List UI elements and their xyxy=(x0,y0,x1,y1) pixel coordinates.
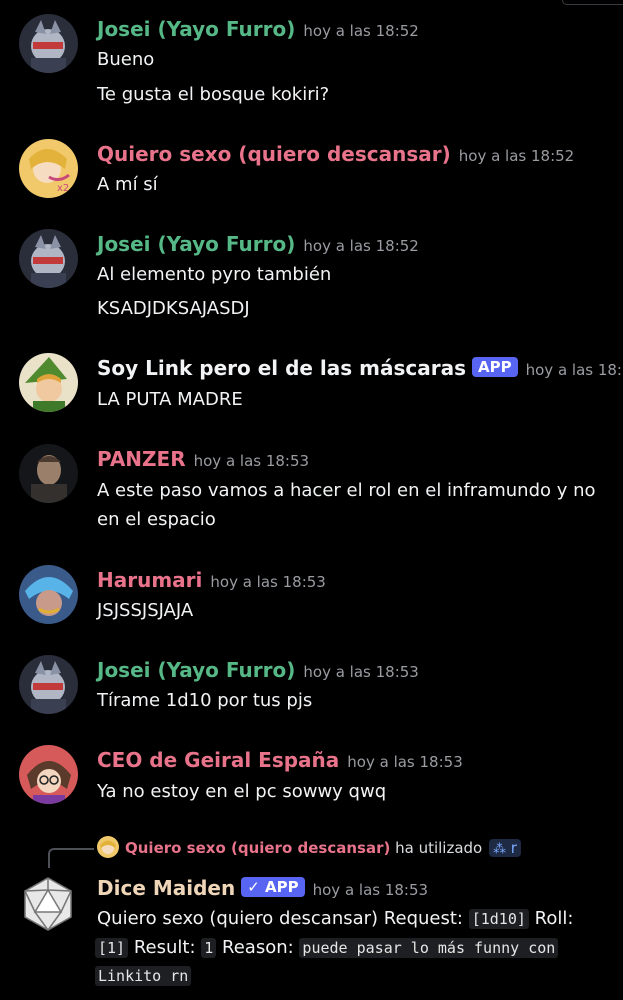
message-text: Al elemento pyro también xyxy=(97,264,332,285)
bot-username[interactable]: Dice Maiden xyxy=(97,876,235,900)
harumari-avatar[interactable] xyxy=(19,565,78,624)
blonde-avatar[interactable]: x2 xyxy=(19,139,78,198)
username[interactable]: Harumari xyxy=(97,568,202,592)
timestamp: hoy a las 18:53 xyxy=(312,881,429,899)
message-text: LA PUTA MADRE xyxy=(97,389,243,410)
message-text: en el espacio xyxy=(97,509,216,530)
app-badge: APP xyxy=(472,357,518,377)
request-code: [1d10] xyxy=(468,909,529,929)
username[interactable]: CEO de Geiral España xyxy=(97,748,339,772)
username[interactable]: PANZER xyxy=(97,447,186,471)
verified-app-badge: ✓ APP xyxy=(241,877,305,897)
blonde-avatar xyxy=(97,836,119,858)
request-label: Quiero sexo (quiero descansar) Request: xyxy=(97,908,463,929)
message-text: JSJSSJSJAJA xyxy=(97,600,194,621)
timestamp: hoy a las 18:53 xyxy=(303,663,419,681)
timestamp: hoy a las 18:52 xyxy=(303,22,419,40)
message-text: Te gusta el bosque kokiri? xyxy=(97,84,330,105)
bot-text-line-2: [1] Result: 1 Reason: puede pasar lo más… xyxy=(95,937,559,958)
timestamp: hoy a las 18:53 xyxy=(525,361,623,379)
username[interactable]: Josei (Yayo Furro) xyxy=(97,17,295,41)
roll-code: [1] xyxy=(95,938,129,958)
message-text: A mí sí xyxy=(97,174,158,195)
message-text: KSADJDKSAJASDJ xyxy=(97,298,250,319)
username[interactable]: Quiero sexo (quiero descansar) xyxy=(97,142,451,166)
bot-text-line-1: Quiero sexo (quiero descansar) Request: … xyxy=(97,908,573,929)
fox-avatar[interactable] xyxy=(19,14,78,73)
geiral-avatar[interactable] xyxy=(19,745,78,804)
username[interactable]: Josei (Yayo Furro) xyxy=(97,232,295,256)
roll-label: Roll: xyxy=(534,908,574,929)
message-text: A este paso vamos a hacer el rol en el i… xyxy=(97,480,596,501)
d20-avatar[interactable] xyxy=(19,874,78,933)
timestamp: hoy a las 18:52 xyxy=(458,147,575,165)
timestamp: hoy a las 18:53 xyxy=(347,753,463,771)
reply-username[interactable]: Quiero sexo (quiero descansar) xyxy=(125,839,390,857)
top-corner-frame xyxy=(562,0,623,5)
timestamp: hoy a las 18:53 xyxy=(193,452,310,470)
result-label: Result: xyxy=(133,937,196,958)
bot-text-line-3: Linkito rn xyxy=(95,965,192,986)
reply-connector xyxy=(48,848,94,868)
timestamp: hoy a las 18:53 xyxy=(210,573,326,591)
link-avatar[interactable] xyxy=(19,353,78,412)
reply-action-text: ha utilizado xyxy=(395,839,483,857)
username[interactable]: Soy Link pero el de las máscaras xyxy=(97,356,466,380)
result-code: 1 xyxy=(201,938,217,958)
command-name: r xyxy=(510,839,517,857)
timestamp: hoy a las 18:52 xyxy=(303,237,419,255)
fox-avatar[interactable] xyxy=(19,655,78,714)
reply-context[interactable]: Quiero sexo (quiero descansar) ha utiliz… xyxy=(97,836,521,858)
message-text: Ya no estoy en el pc sowwy qwq xyxy=(97,781,387,802)
soldier-avatar[interactable] xyxy=(19,444,78,503)
reason-label: Reason: xyxy=(222,937,294,958)
slash-command-icon[interactable]: ⁂ r xyxy=(489,839,521,857)
svg-text:x2: x2 xyxy=(57,183,69,194)
reason-code-continued: Linkito rn xyxy=(95,966,192,986)
reason-code: puede pasar lo más funny con xyxy=(299,938,559,958)
fox-avatar[interactable] xyxy=(19,229,78,288)
message-text: Bueno xyxy=(97,49,155,70)
message-text: Tírame 1d10 por tus pjs xyxy=(97,690,313,711)
username[interactable]: Josei (Yayo Furro) xyxy=(97,658,295,682)
